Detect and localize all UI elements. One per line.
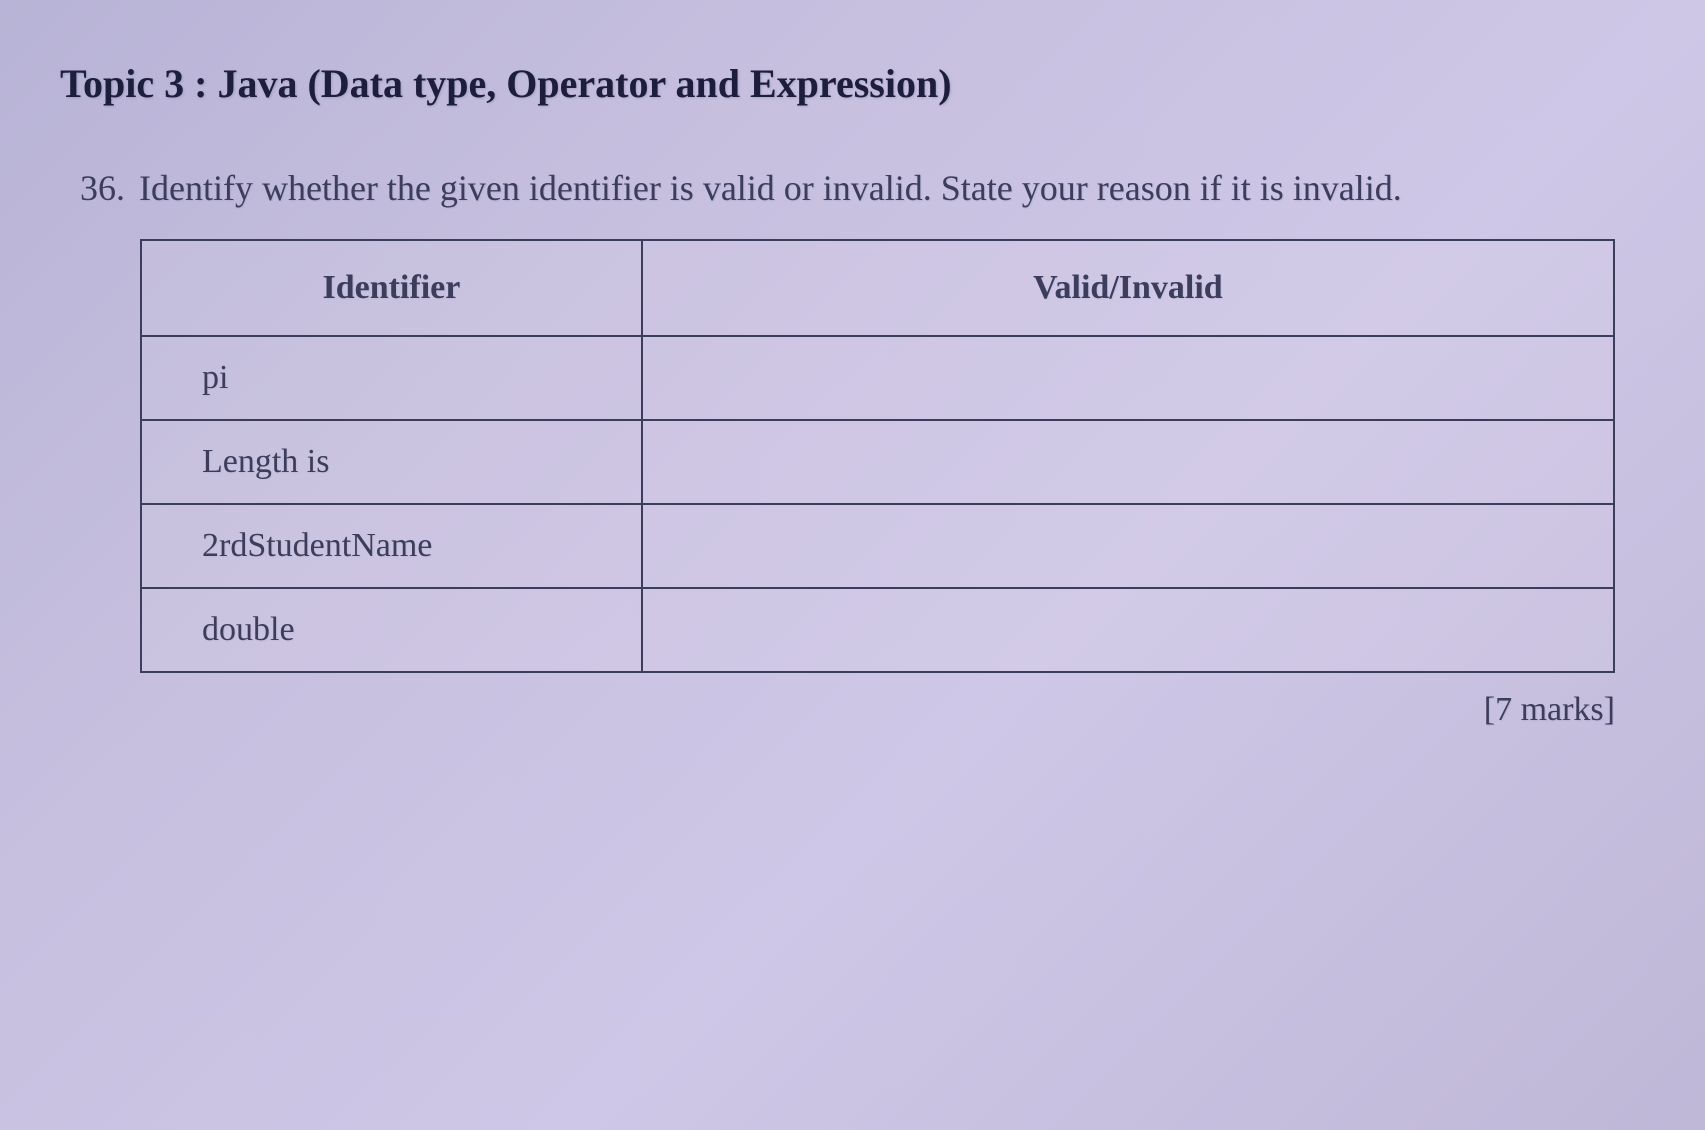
topic-heading: Topic 3 : Java (Data type, Operator and … — [60, 60, 1655, 107]
table-row: double — [141, 588, 1614, 672]
identifier-table: Identifier Valid/Invalid pi Length is 2r… — [140, 239, 1615, 673]
table-container: Identifier Valid/Invalid pi Length is 2r… — [140, 239, 1615, 673]
header-validity: Valid/Invalid — [642, 240, 1614, 336]
marks-text: [7 marks] — [1484, 691, 1615, 728]
table-row: pi — [141, 336, 1614, 420]
question-number: 36. — [80, 167, 125, 209]
cell-validity — [642, 504, 1614, 588]
question-text: Identify whether the given identifier is… — [139, 167, 1402, 209]
cell-validity — [642, 336, 1614, 420]
cell-identifier: Length is — [141, 420, 642, 504]
header-identifier: Identifier — [141, 240, 642, 336]
cell-identifier: double — [141, 588, 642, 672]
marks-row: [7 marks] — [50, 691, 1615, 729]
cell-validity — [642, 420, 1614, 504]
table-row: 2rdStudentName — [141, 504, 1614, 588]
table-row: Length is — [141, 420, 1614, 504]
table-header-row: Identifier Valid/Invalid — [141, 240, 1614, 336]
cell-identifier: pi — [141, 336, 642, 420]
cell-identifier: 2rdStudentName — [141, 504, 642, 588]
question-row: 36. Identify whether the given identifie… — [80, 167, 1655, 209]
cell-validity — [642, 588, 1614, 672]
